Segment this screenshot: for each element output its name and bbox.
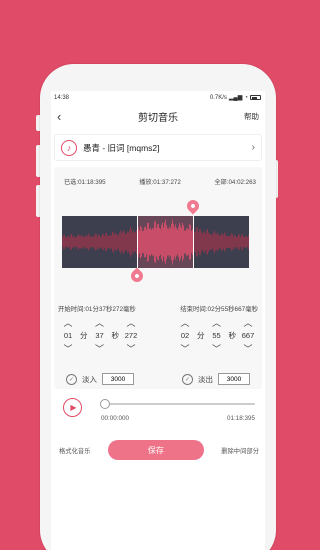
end-ms-down-button[interactable]: ﹀ <box>243 343 252 355</box>
current-time: 00:00:000 <box>101 415 130 422</box>
end-time-stepper: ︿ 02 ﹀ 分 ︿ 55 ﹀ 秒 ︿ 667 ﹀ <box>177 317 256 355</box>
start-ms-up-button[interactable]: ︿ <box>126 317 135 329</box>
end-ms-value: 667 <box>241 331 255 340</box>
fade-out-input[interactable] <box>218 373 250 385</box>
fade-out-label: 淡出 <box>198 374 213 384</box>
start-marker-line <box>137 216 138 268</box>
delete-middle-button[interactable]: 删除中间部分 <box>221 446 259 455</box>
end-min-value: 02 <box>180 331 190 340</box>
duration-time: 01:18:395 <box>226 415 255 422</box>
waveform[interactable] <box>62 216 249 268</box>
fade-in-input[interactable] <box>102 373 134 385</box>
back-button[interactable]: ‹ <box>57 109 77 124</box>
sec-unit: 秒 <box>228 331 237 340</box>
fade-in-checkbox[interactable]: ✓ <box>66 373 77 385</box>
editor-panel: 已选:01:18:395 播放:01:37:272 全部:04:02:263 开… <box>54 167 262 389</box>
fade-out-control: ✓ 淡出 <box>182 373 250 385</box>
end-marker-handle[interactable] <box>184 197 202 215</box>
start-ms-down-button[interactable]: ﹀ <box>126 343 135 355</box>
action-bar: 格式化音乐 保存 删除中间部分 <box>51 440 265 460</box>
page-title: 剪切音乐 <box>138 112 178 124</box>
time-steppers: ︿ 01 ﹀ 分 ︿ 37 ﹀ 秒 ︿ 272 ﹀ ︿ 02 ﹀ 分 ︿ 55 … <box>60 317 256 355</box>
end-time-label: 结束时间:02分55秒667毫秒 <box>180 306 258 313</box>
battery-icon <box>250 95 261 100</box>
min-unit: 分 <box>80 331 88 340</box>
help-button[interactable]: 帮助 <box>244 111 259 122</box>
start-time-stepper: ︿ 01 ﹀ 分 ︿ 37 ﹀ 秒 ︿ 272 ﹀ <box>60 317 139 355</box>
fade-in-control: ✓ 淡入 <box>66 373 134 385</box>
waveform-area[interactable] <box>62 216 249 268</box>
start-marker-handle[interactable] <box>128 267 146 285</box>
end-ms-up-button[interactable]: ︿ <box>243 317 252 329</box>
audio-player: ▶ 00:00:000 01:18:395 <box>63 394 255 422</box>
end-sec-up-button[interactable]: ︿ <box>212 317 221 329</box>
app-screen: 14:38 0.7K/s ▂▄▆ ◔ ‹ 剪切音乐 帮助 ♪ 愚青 - 旧词 [… <box>51 91 265 550</box>
status-bar: 14:38 0.7K/s ▂▄▆ ◔ <box>51 91 265 104</box>
start-ms-value: 272 <box>124 331 138 340</box>
start-sec-up-button[interactable]: ︿ <box>95 317 104 329</box>
seek-bar[interactable] <box>101 403 255 405</box>
save-button[interactable]: 保存 <box>107 440 204 460</box>
start-min-up-button[interactable]: ︿ <box>63 317 72 329</box>
end-min-down-button[interactable]: ﹀ <box>180 343 189 355</box>
start-time-label: 开始时间:01分37秒272毫秒 <box>58 306 136 313</box>
total-duration: 全部:04:02:263 <box>214 179 256 186</box>
sec-unit: 秒 <box>111 331 120 340</box>
selected-duration: 已选:01:18:395 <box>64 179 106 186</box>
end-min-up-button[interactable]: ︿ <box>180 317 189 329</box>
start-sec-value: 37 <box>95 331 104 340</box>
status-time: 14:38 <box>54 94 70 101</box>
seek-handle[interactable] <box>100 399 110 409</box>
format-music-button[interactable]: 格式化音乐 <box>59 446 90 455</box>
music-note-icon: ♪ <box>61 139 77 156</box>
end-sec-down-button[interactable]: ﹀ <box>212 343 221 355</box>
start-min-down-button[interactable]: ﹀ <box>63 343 72 355</box>
min-unit: 分 <box>197 331 205 340</box>
play-button[interactable]: ▶ <box>63 398 82 417</box>
start-sec-down-button[interactable]: ﹀ <box>95 343 104 355</box>
time-summary: 已选:01:18:395 播放:01:37:272 全部:04:02:263 <box>54 167 262 186</box>
title-bar: ‹ 剪切音乐 帮助 <box>51 104 265 128</box>
fade-in-label: 淡入 <box>82 374 97 384</box>
song-name: 愚青 - 旧词 [mqms2] <box>83 142 160 153</box>
signal-icon: ▂▄▆ <box>228 95 243 101</box>
network-speed: 0.7K/s <box>209 94 227 101</box>
selection-highlight <box>137 216 193 268</box>
end-marker-line <box>193 216 194 268</box>
start-min-value: 01 <box>63 331 73 340</box>
fade-out-checkbox[interactable]: ✓ <box>182 373 193 385</box>
wifi-icon: ◔ <box>244 94 248 101</box>
playing-position: 播放:01:37:272 <box>139 179 181 186</box>
song-selector[interactable]: ♪ 愚青 - 旧词 [mqms2] › <box>54 134 262 161</box>
fade-controls: ✓ 淡入 ✓ 淡出 <box>66 373 250 385</box>
chevron-right-icon: › <box>251 142 255 153</box>
end-sec-value: 55 <box>212 331 221 340</box>
